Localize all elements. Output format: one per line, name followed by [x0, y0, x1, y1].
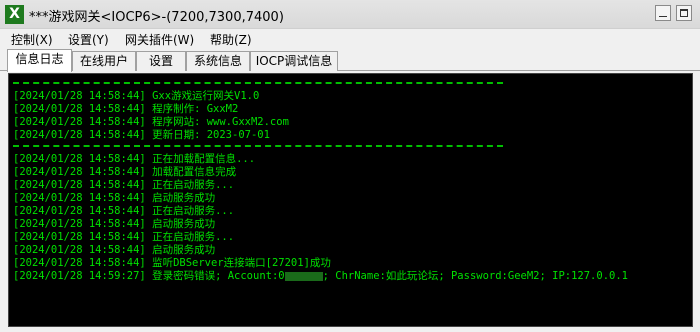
tab-settings[interactable]: 设置 — [136, 51, 186, 71]
maximize-button[interactable] — [676, 5, 692, 21]
log-line: [2024/01/28 14:58:44] 启动服务成功 — [13, 192, 216, 204]
menu-control[interactable]: 控制(X) — [11, 31, 53, 48]
menu-bar: 控制(X) 设置(Y) 网关插件(W) 帮助(Z) — [0, 29, 700, 48]
tab-strip: 信息日志 在线用户 设置 系统信息 IOCP调试信息 — [0, 49, 700, 72]
menu-gateway-plugins[interactable]: 网关插件(W) — [125, 31, 194, 48]
tab-system-info[interactable]: 系统信息 — [186, 51, 250, 71]
log-console[interactable]: [2024/01/28 14:58:44] Gxx游戏运行网关V1.0 [202… — [8, 73, 693, 327]
tab-info-log[interactable]: 信息日志 — [7, 49, 72, 72]
separator-line — [13, 145, 503, 147]
log-line: [2024/01/28 14:58:44] 程序制作: GxxM2 — [13, 103, 239, 115]
app-icon[interactable]: X — [5, 5, 24, 24]
log-text: [2024/01/28 14:59:27] 登录密码错误; Account: — [13, 270, 279, 282]
log-line: [2024/01/28 14:58:44] 启动服务成功 — [13, 218, 216, 230]
tab-online-users[interactable]: 在线用户 — [72, 51, 136, 71]
tab-iocp-debug[interactable]: IOCP调试信息 — [250, 51, 338, 71]
log-line: [2024/01/28 14:58:44] 正在启动服务... — [13, 179, 235, 191]
log-text: ; ChrName:如此玩论坛; Password:GeeM2; IP:127.… — [322, 270, 628, 282]
minimize-button[interactable] — [655, 5, 671, 21]
log-line: [2024/01/28 14:58:44] 启动服务成功 — [13, 244, 216, 256]
separator-line — [13, 82, 503, 84]
log-line: [2024/01/28 14:58:44] 监听DBServer连接端口[272… — [13, 257, 331, 269]
redaction-mask — [284, 271, 323, 281]
log-line: [2024/01/28 14:58:44] 程序网站: www.GxxM2.co… — [13, 116, 289, 128]
window-title: ***游戏网关<IOCP6>-(7200,7300,7400) — [29, 10, 284, 25]
title-bar: X ***游戏网关<IOCP6>-(7200,7300,7400) — [0, 0, 700, 29]
log-line: [2024/01/28 14:58:44] 加载配置信息完成 — [13, 166, 237, 178]
log-line: [2024/01/28 14:58:44] 更新日期: 2023-07-01 — [13, 129, 270, 141]
menu-settings[interactable]: 设置(Y) — [68, 31, 109, 48]
log-line: [2024/01/28 14:58:44] 正在启动服务... — [13, 231, 235, 243]
log-line: [2024/01/28 14:58:44] 正在启动服务... — [13, 205, 235, 217]
menu-help[interactable]: 帮助(Z) — [210, 31, 252, 48]
log-line-login-error: [2024/01/28 14:59:27] 登录密码错误; Account:0;… — [13, 270, 628, 283]
log-line: [2024/01/28 14:58:44] Gxx游戏运行网关V1.0 — [13, 90, 260, 102]
log-line: [2024/01/28 14:58:44] 正在加载配置信息... — [13, 153, 256, 165]
